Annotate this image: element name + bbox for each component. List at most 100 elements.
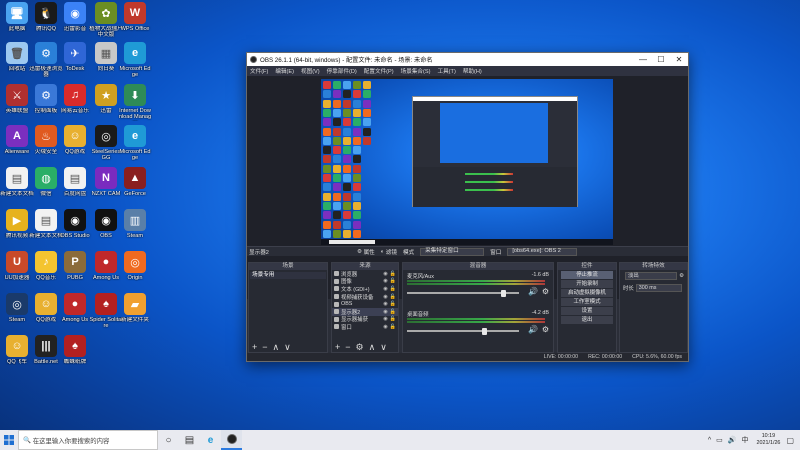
speaker-icon[interactable]: 🔊 bbox=[528, 325, 538, 334]
network-icon[interactable]: ▭ bbox=[716, 436, 723, 444]
menu-item[interactable]: 文件(F) bbox=[250, 67, 268, 75]
desktop-icon[interactable]: ☺ QQ游戏 bbox=[58, 125, 92, 155]
desktop-icon[interactable]: ▥ Steam bbox=[118, 209, 152, 239]
ime-indicator[interactable]: 中 bbox=[741, 435, 748, 445]
eye-icon[interactable]: ◉ bbox=[383, 286, 387, 292]
volume-fader-track[interactable] bbox=[407, 330, 519, 332]
edge-taskbar-icon[interactable]: e bbox=[200, 430, 221, 450]
source-type-icon bbox=[334, 294, 339, 300]
source-item[interactable]: 窗口 ◉ 🔓 bbox=[332, 323, 398, 331]
volume-fader-knob[interactable] bbox=[481, 327, 487, 335]
app-icon: ▰ bbox=[124, 293, 146, 315]
source-footer-button[interactable]: − bbox=[345, 342, 350, 352]
minimize-button[interactable]: — bbox=[634, 55, 652, 64]
notification-icon[interactable]: ▢ bbox=[786, 436, 794, 445]
mixer-channels: 麦克风/Aux -1.6 dB 🔊 ⚙ 桌面音频 -4.2 dB 🔊 ⚙ bbox=[403, 270, 553, 346]
desktop-icon[interactable]: ◎ Origin bbox=[118, 251, 152, 281]
close-button[interactable]: ✕ bbox=[670, 55, 688, 64]
control-button[interactable]: 设置 bbox=[561, 307, 613, 315]
desktop-icon[interactable]: ▤ 百度网盘 bbox=[58, 167, 92, 197]
lock-icon[interactable]: 🔓 bbox=[390, 286, 396, 292]
desktop-icon[interactable]: ● Among Us bbox=[58, 293, 92, 323]
lock-icon[interactable]: 🔓 bbox=[390, 271, 396, 277]
lock-icon[interactable]: 🔓 bbox=[390, 278, 396, 284]
control-button[interactable]: 工作室模式 bbox=[561, 298, 613, 306]
control-button[interactable]: 停止推流 bbox=[561, 271, 613, 279]
obs-taskbar-icon[interactable] bbox=[221, 430, 242, 450]
channel-db: -1.6 dB bbox=[531, 272, 549, 278]
volume-icon[interactable]: 🔊 bbox=[728, 436, 737, 444]
scene-footer-button[interactable]: − bbox=[262, 342, 267, 352]
scene-footer-button[interactable]: ∨ bbox=[284, 342, 291, 352]
window-select[interactable]: [obs64.exe]: OBS 2 bbox=[507, 247, 578, 256]
menu-item[interactable]: 帮助(H) bbox=[463, 67, 482, 75]
duration-input[interactable]: 300 ms bbox=[635, 284, 682, 292]
desktop-icon[interactable]: ♠ 蜘蛛纸牌 bbox=[58, 335, 92, 365]
taskbar-search[interactable]: 🔍 在这里输入你要搜索的内容 bbox=[18, 430, 158, 450]
start-button[interactable] bbox=[0, 430, 18, 450]
preview-desktop-icon bbox=[323, 211, 331, 220]
tray-chevron-icon[interactable]: ^ bbox=[708, 437, 711, 444]
source-footer-button[interactable]: ∧ bbox=[369, 342, 376, 352]
gear-icon[interactable]: ⚙ bbox=[542, 325, 549, 334]
lock-icon[interactable]: 🔓 bbox=[390, 324, 396, 330]
scene-footer-button[interactable]: + bbox=[252, 342, 257, 352]
eye-icon[interactable]: ◉ bbox=[383, 316, 387, 322]
preview-desktop-icon bbox=[353, 183, 361, 192]
scene-item[interactable]: 场景专用 bbox=[250, 272, 326, 279]
desktop-icon[interactable]: e Microsoft Edge bbox=[118, 42, 152, 78]
desktop-icon[interactable]: W WPS Office bbox=[118, 2, 152, 32]
desktop-icon[interactable]: ▲ GeForce bbox=[118, 167, 152, 197]
desktop-icon[interactable]: e Microsoft Edge bbox=[118, 125, 152, 161]
control-button[interactable]: 退出 bbox=[561, 316, 613, 324]
desktop-icon[interactable]: ◉ OBS Studio bbox=[58, 209, 92, 239]
desktop-icon[interactable]: ✈ ToDesk bbox=[58, 42, 92, 72]
desktop-icon[interactable]: P PUBG bbox=[58, 251, 92, 281]
desktop-icon[interactable]: ◉ 迅雷影音 bbox=[58, 2, 92, 32]
control-button[interactable]: 启动虚拟摄像机 bbox=[561, 289, 613, 297]
lock-icon[interactable]: 🔓 bbox=[390, 294, 396, 300]
lock-icon[interactable]: 🔓 bbox=[390, 301, 396, 307]
scene-footer-button[interactable]: ∧ bbox=[273, 342, 280, 352]
desktop-icon[interactable]: ♫ 网易云音乐 bbox=[58, 84, 92, 114]
lock-icon[interactable]: 🔓 bbox=[390, 316, 396, 322]
preview-canvas[interactable] bbox=[321, 79, 613, 245]
transition-gear-icon[interactable]: ⚙ bbox=[679, 273, 684, 279]
source-footer-button[interactable]: + bbox=[335, 342, 340, 352]
clock[interactable]: 10:19 2021/1/26 bbox=[756, 433, 780, 447]
cortana-icon[interactable]: ○ bbox=[158, 430, 179, 450]
eye-icon[interactable]: ◉ bbox=[383, 271, 387, 277]
menu-item[interactable]: 编辑(E) bbox=[275, 67, 294, 75]
source-type-icon bbox=[334, 309, 339, 315]
source-item[interactable]: 视频捕获设备 ◉ 🔓 bbox=[332, 293, 398, 301]
menu-item[interactable]: 配置文件(P) bbox=[364, 67, 394, 75]
preview-desktop-icon bbox=[323, 118, 331, 127]
eye-icon[interactable]: ◉ bbox=[383, 309, 387, 315]
gear-icon[interactable]: ⚙ bbox=[542, 287, 549, 296]
volume-fader-knob[interactable] bbox=[500, 289, 506, 297]
transition-select[interactable]: 淡出 bbox=[625, 272, 678, 280]
mode-select[interactable]: 采集特定窗口 bbox=[420, 247, 485, 256]
lock-icon[interactable]: 🔓 bbox=[390, 309, 396, 315]
menu-item[interactable]: 停靠部件(D) bbox=[327, 67, 357, 75]
menu-item[interactable]: 工具(T) bbox=[437, 67, 455, 75]
obs-titlebar[interactable]: OBS 26.1.1 (64-bit, windows) - 配置文件: 未命名… bbox=[247, 53, 688, 66]
control-button[interactable]: 开始录制 bbox=[561, 280, 613, 288]
task-view-icon[interactable]: ▤ bbox=[179, 430, 200, 450]
source-footer-button[interactable]: ⚙ bbox=[356, 342, 364, 352]
menu-item[interactable]: 视图(V) bbox=[301, 67, 320, 75]
preview-desktop-icon bbox=[353, 192, 361, 201]
speaker-icon[interactable]: 🔊 bbox=[528, 287, 538, 296]
eye-icon[interactable]: ◉ bbox=[383, 324, 387, 330]
preview-desktop-icon bbox=[353, 174, 361, 182]
maximize-button[interactable]: ☐ bbox=[652, 55, 670, 64]
filters-button[interactable]: ◐ 滤镜 bbox=[381, 248, 397, 256]
properties-button[interactable]: ⚙ 属性 bbox=[357, 248, 375, 256]
eye-icon[interactable]: ◉ bbox=[383, 301, 387, 307]
desktop-icon[interactable]: ⬇ Internet Download Manager bbox=[118, 84, 152, 121]
eye-icon[interactable]: ◉ bbox=[383, 278, 387, 284]
menu-item[interactable]: 场景集合(S) bbox=[401, 67, 431, 75]
eye-icon[interactable]: ◉ bbox=[383, 294, 387, 300]
desktop-icon[interactable]: ▰ 新建文件夹 bbox=[118, 293, 152, 323]
source-footer-button[interactable]: ∨ bbox=[380, 342, 387, 352]
